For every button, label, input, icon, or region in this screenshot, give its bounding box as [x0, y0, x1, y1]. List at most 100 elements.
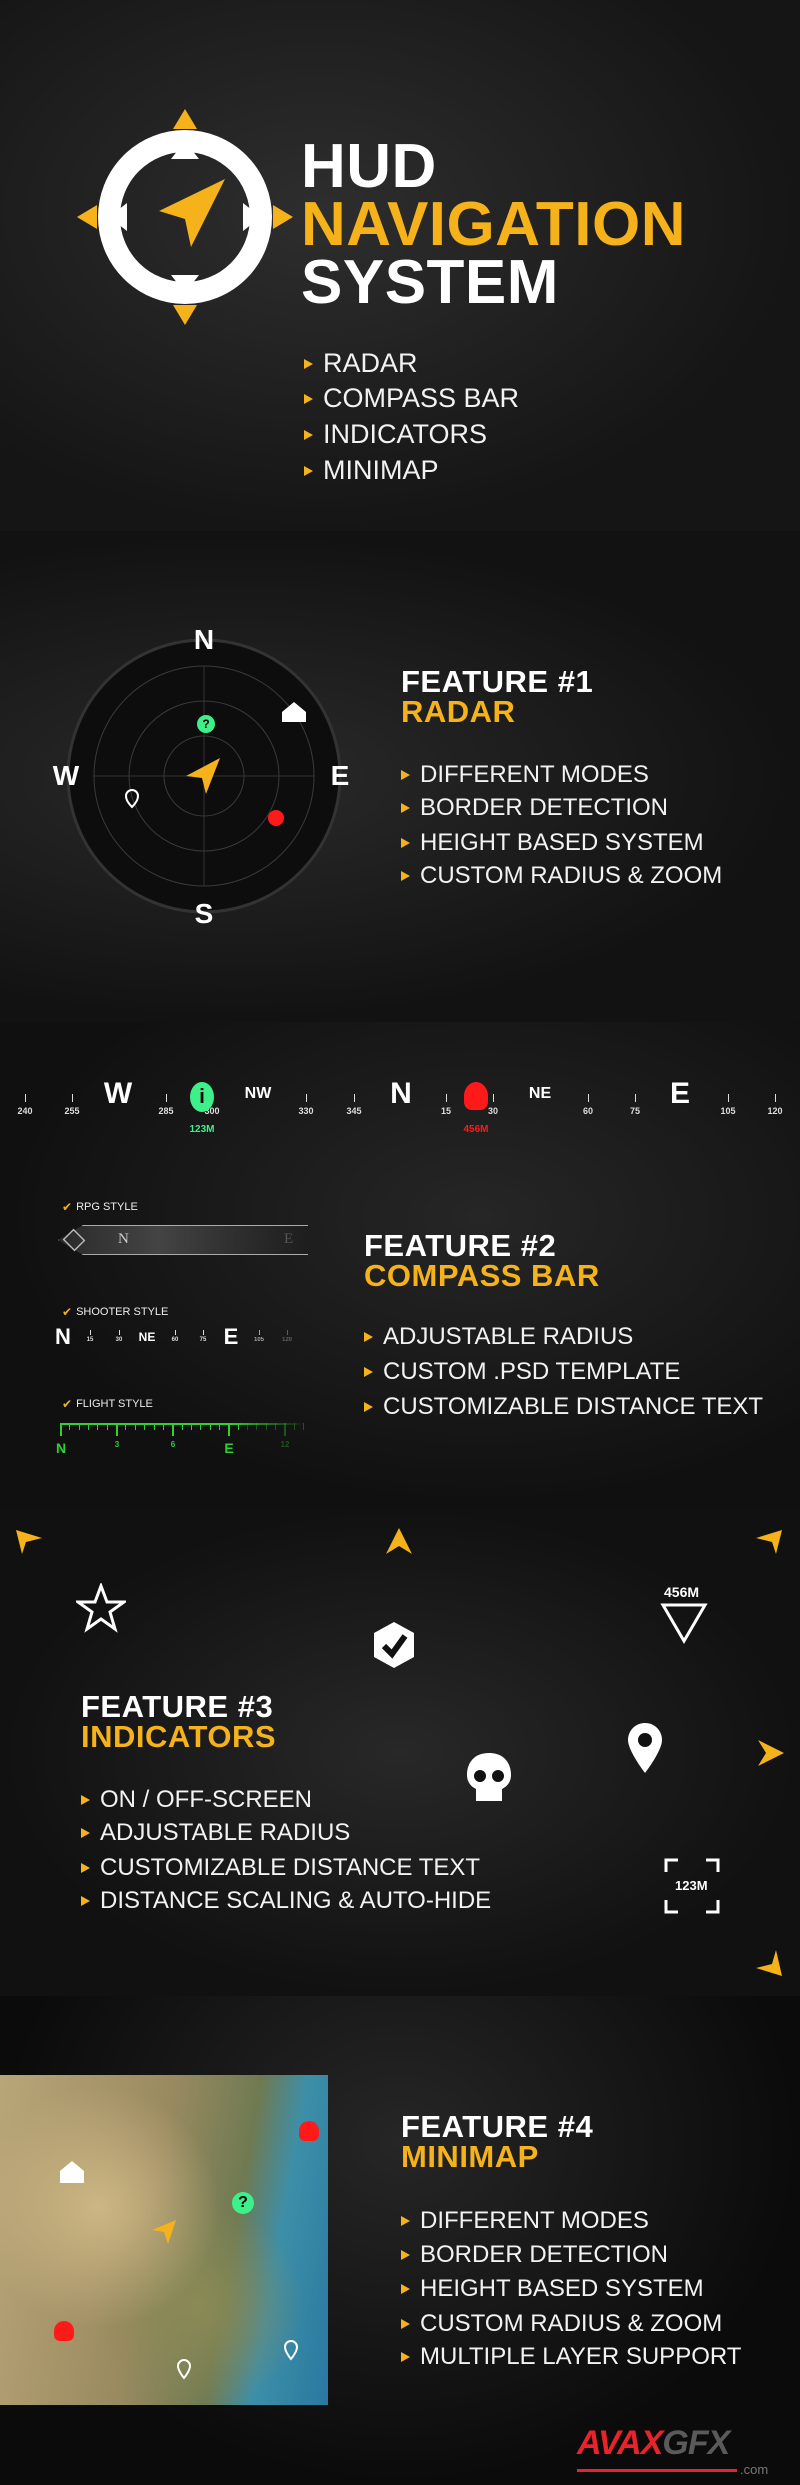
triangle-distance: 456M: [664, 1584, 700, 1600]
flight-tick: [247, 1423, 248, 1430]
bullet-text: BORDER DETECTION: [420, 794, 669, 821]
offscreen-arrow-icon: [386, 1528, 412, 1554]
hero-feature-label: INDICATORS: [323, 419, 488, 449]
flight-tick: [162, 1423, 164, 1430]
bullet-text: CUSTOMIZABLE DISTANCE TEXT: [100, 1854, 481, 1881]
shooter-degree-label: 60: [171, 1337, 179, 1343]
compass-logo-icon: [77, 109, 293, 325]
quest-icon: ?: [232, 2192, 254, 2214]
flight-tick: [284, 1423, 287, 1436]
star-icon: [76, 1583, 126, 1633]
flight-mark-label: 6: [170, 1440, 176, 1449]
bullet-text: DIFFERENT MODES: [420, 761, 649, 788]
bullet-icon: [401, 770, 410, 780]
compass-tick: [25, 1094, 26, 1102]
hero-feature-item: MINIMAP: [304, 455, 439, 486]
compass-tick: [775, 1094, 776, 1102]
title-line-2: NAVIGATION: [301, 190, 687, 259]
check-icon: ✔: [62, 1200, 73, 1214]
style-label-text: RPG STYLE: [76, 1201, 138, 1213]
hero-feature-item: RADAR: [304, 348, 418, 379]
bullet-text: CUSTOM RADIUS & ZOOM: [420, 2310, 723, 2337]
feature-title: RADAR: [401, 694, 516, 729]
location-pin-icon: [628, 1723, 662, 1773]
bullet-icon: [401, 2352, 410, 2362]
enemy-skull-icon: [268, 810, 284, 826]
info-marker-distance: 123M: [189, 1124, 215, 1135]
radar-section: ? N S W E FEATURE #1 RADAR DIFFERENT MOD…: [0, 531, 800, 1022]
feature-bullet: MULTIPLE LAYER SUPPORT: [401, 2343, 741, 2371]
flight-tick: [190, 1423, 192, 1430]
rpg-style-label: ✔ RPG STYLE: [62, 1200, 138, 1214]
flight-tick: [144, 1423, 146, 1430]
offscreen-arrow-icon: [758, 1740, 784, 1766]
flight-tick: [303, 1423, 305, 1430]
flight-tick: [172, 1423, 175, 1436]
bullet-icon: [304, 393, 313, 404]
flight-tick: [265, 1423, 267, 1430]
feature-heading: FEATURE #3: [81, 1689, 274, 1724]
compass-direction-label: W: [103, 1077, 133, 1110]
player-arrow-icon: [152, 2220, 176, 2244]
feature-bullet: CUSTOMIZABLE DISTANCE TEXT: [364, 1393, 763, 1421]
flight-tick: [97, 1423, 99, 1430]
radar-north-label: N: [193, 624, 215, 655]
bullet-icon: [401, 2284, 410, 2294]
compass-tick: [493, 1094, 494, 1102]
info-marker-icon: i: [190, 1082, 214, 1112]
bullet-text: CUSTOM RADIUS & ZOOM: [420, 862, 723, 889]
flight-tick: [134, 1423, 136, 1430]
compass-tick: [635, 1094, 636, 1102]
bullet-icon: [364, 1402, 373, 1412]
feature-bullet: BORDER DETECTION: [401, 2241, 668, 2269]
feature-bullet: HEIGHT BASED SYSTEM: [401, 2275, 704, 2303]
watermark-underline: [577, 2469, 737, 2472]
feature-bullet: CUSTOMIZABLE DISTANCE TEXT: [81, 1854, 480, 1882]
shooter-tick: [119, 1330, 120, 1335]
flight-tick: [293, 1423, 295, 1430]
feature-title: INDICATORS: [81, 1719, 277, 1754]
rpg-letter: E: [284, 1231, 294, 1247]
compass-direction-label: N: [390, 1077, 412, 1110]
flight-tick: [125, 1423, 127, 1430]
rpg-compass-bar: [58, 1225, 308, 1255]
bullet-icon: [81, 1863, 90, 1873]
bullet-text: CUSTOMIZABLE DISTANCE TEXT: [383, 1393, 764, 1420]
feature-bullet: HEIGHT BASED SYSTEM: [401, 829, 704, 857]
compass-degree-label: 285: [158, 1106, 174, 1116]
compass-tick: [446, 1094, 447, 1102]
compass-degree-label: 15: [440, 1106, 452, 1116]
shooter-tick: [259, 1330, 260, 1335]
bullet-text: DISTANCE SCALING & AUTO-HIDE: [100, 1887, 492, 1914]
compass-tick: [588, 1094, 589, 1102]
flight-tick: [200, 1423, 202, 1430]
feature-title: COMPASS BAR: [364, 1258, 600, 1293]
offscreen-arrow-icon: [16, 1530, 42, 1554]
bullet-icon: [401, 2319, 410, 2329]
flight-tick: [69, 1423, 71, 1430]
home-icon: [60, 2161, 84, 2183]
bullet-icon: [401, 871, 410, 881]
feature-bullet: CUSTOM RADIUS & ZOOM: [401, 862, 722, 890]
flight-tick: [181, 1423, 183, 1430]
shooter-direction-label: N: [55, 1324, 71, 1349]
bullet-text: CUSTOM .PSD TEMPLATE: [383, 1358, 681, 1385]
compass-degree-label: 240: [17, 1106, 33, 1116]
radar-east-label: E: [330, 760, 350, 791]
hero-feature-item: COMPASS BAR: [304, 383, 519, 414]
flight-tick: [228, 1423, 231, 1436]
minimap-section: ? FEATURE #4 MINIMAP DIFFERENT MODES BOR…: [0, 1996, 800, 2485]
skull-icon: [467, 1753, 511, 1801]
bullet-icon: [401, 2250, 410, 2260]
flight-style-label: ✔ FLIGHT STYLE: [62, 1397, 153, 1411]
shooter-degree-label: 75: [199, 1337, 207, 1343]
feature-bullet: DISTANCE SCALING & AUTO-HIDE: [81, 1887, 491, 1915]
compass-degree-label: 345: [346, 1106, 362, 1116]
bullet-icon: [304, 429, 313, 440]
bullet-text: ON / OFF-SCREEN: [100, 1786, 313, 1813]
flight-tick: [116, 1423, 119, 1436]
bullet-text: ADJUSTABLE RADIUS: [100, 1819, 351, 1846]
style-label-text: FLIGHT STYLE: [76, 1398, 153, 1410]
objective-logo-icon: [374, 1622, 414, 1668]
triangle-marker-icon: [660, 1603, 708, 1644]
